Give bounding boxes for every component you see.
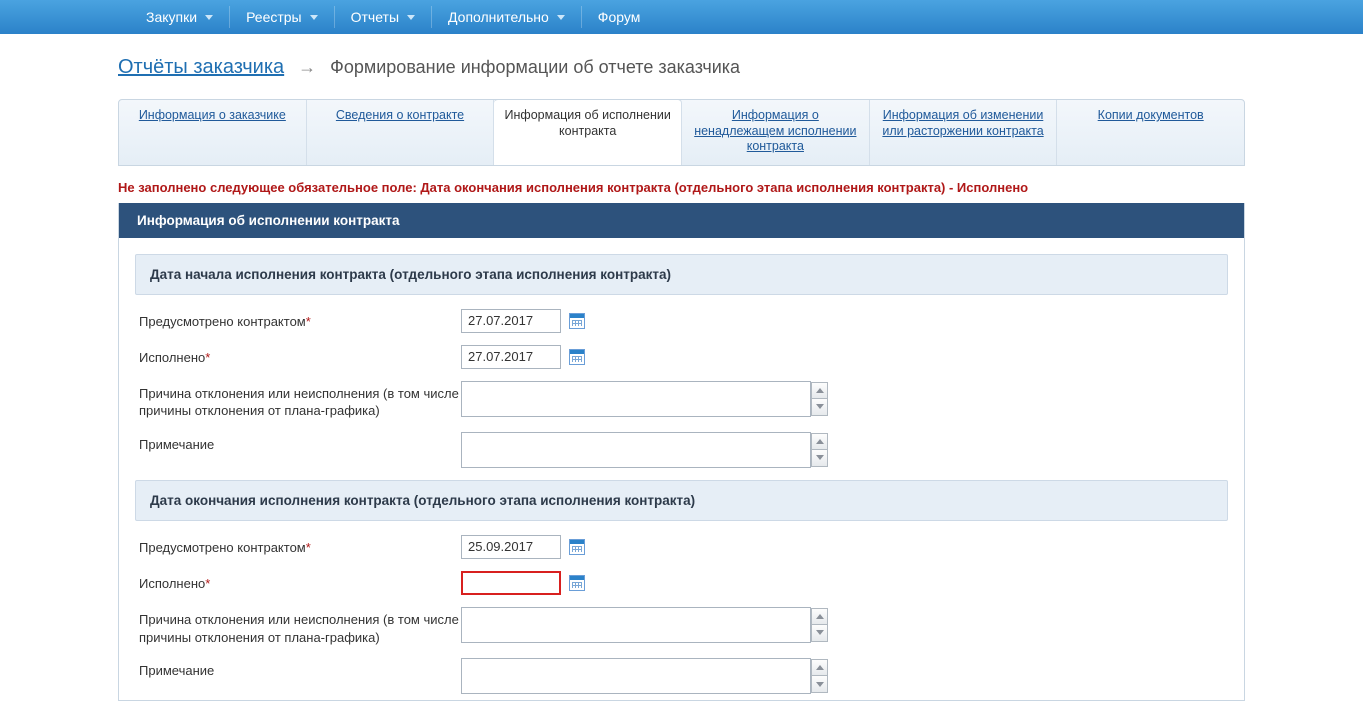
scroll-down-button[interactable]: [811, 676, 828, 693]
field-label: Предусмотрено контрактом*: [135, 309, 461, 331]
breadcrumb-root-link[interactable]: Отчёты заказчика: [118, 56, 284, 79]
chevron-down-icon: [816, 630, 824, 635]
row-start-planned: Предусмотрено контрактом*: [135, 303, 1228, 339]
nav-item-reestry[interactable]: Реестры: [236, 0, 328, 34]
end-done-date-input[interactable]: [461, 571, 561, 595]
row-end-note: Примечание: [135, 652, 1228, 700]
textarea-scroll: [811, 659, 828, 693]
row-end-reason: Причина отклонения или неисполнения (в т…: [135, 601, 1228, 652]
scroll-up-button[interactable]: [811, 608, 828, 625]
nav-label: Форум: [598, 9, 641, 25]
nav-label: Реестры: [246, 9, 302, 25]
tab-label: Копии документов: [1098, 108, 1204, 122]
start-note-textarea[interactable]: [461, 432, 811, 468]
nav-separator: [229, 6, 230, 28]
tab-info-izmenenie[interactable]: Информация об изменении или расторжении …: [870, 100, 1058, 165]
content-panel: Информация об исполнении контракта Дата …: [118, 203, 1245, 701]
top-nav: Закупки Реестры Отчеты Дополнительно Фор…: [0, 0, 1363, 34]
field-label: Причина отклонения или неисполнения (в т…: [135, 607, 461, 646]
tab-info-zakazchik[interactable]: Информация о заказчике: [119, 100, 307, 165]
chevron-down-icon: [557, 15, 565, 20]
chevron-down-icon: [816, 682, 824, 687]
start-reason-textarea[interactable]: [461, 381, 811, 417]
chevron-down-icon: [205, 15, 213, 20]
tab-label: Информация об исполнении контракта: [505, 108, 671, 138]
nav-item-zakupki[interactable]: Закупки: [136, 0, 223, 34]
nav-label: Отчеты: [351, 9, 399, 25]
field-label: Исполнено*: [135, 571, 461, 593]
tab-strip: Информация о заказчике Сведения о контра…: [118, 99, 1245, 166]
nav-separator: [431, 6, 432, 28]
calendar-icon[interactable]: [569, 575, 585, 591]
tab-kopii-dokumentov[interactable]: Копии документов: [1057, 100, 1244, 165]
calendar-icon[interactable]: [569, 539, 585, 555]
tab-label: Сведения о контракте: [336, 108, 464, 122]
section-header: Информация об исполнении контракта: [119, 203, 1244, 238]
chevron-up-icon: [816, 614, 824, 619]
scroll-down-button[interactable]: [811, 450, 828, 467]
tab-svedeniya-kontrakt[interactable]: Сведения о контракте: [307, 100, 495, 165]
chevron-up-icon: [816, 439, 824, 444]
nav-separator: [334, 6, 335, 28]
calendar-icon[interactable]: [569, 349, 585, 365]
chevron-up-icon: [816, 388, 824, 393]
field-label: Причина отклонения или неисполнения (в т…: [135, 381, 461, 420]
row-start-done: Исполнено*: [135, 339, 1228, 375]
tab-label: Информация о ненадлежащем исполнении кон…: [694, 108, 856, 153]
chevron-down-icon: [816, 404, 824, 409]
field-label: Исполнено*: [135, 345, 461, 367]
scroll-up-button[interactable]: [811, 433, 828, 450]
end-note-textarea[interactable]: [461, 658, 811, 694]
row-end-planned: Предусмотрено контрактом*: [135, 529, 1228, 565]
field-label: Предусмотрено контрактом*: [135, 535, 461, 557]
scroll-up-button[interactable]: [811, 659, 828, 676]
nav-item-otchety[interactable]: Отчеты: [341, 0, 425, 34]
end-planned-date-input[interactable]: [461, 535, 561, 559]
row-start-note: Примечание: [135, 426, 1228, 474]
nav-label: Дополнительно: [448, 9, 549, 25]
textarea-scroll: [811, 608, 828, 642]
scroll-down-button[interactable]: [811, 625, 828, 642]
group-header-end-date: Дата окончания исполнения контракта (отд…: [135, 480, 1228, 521]
start-planned-date-input[interactable]: [461, 309, 561, 333]
breadcrumb-current: Формирование информации об отчете заказч…: [330, 57, 740, 78]
textarea-scroll: [811, 433, 828, 467]
nav-label: Закупки: [146, 9, 197, 25]
validation-error-message: Не заполнено следующее обязательное поле…: [118, 166, 1245, 203]
breadcrumb: Отчёты заказчика → Формирование информац…: [0, 34, 1363, 99]
tab-label: Информация о заказчике: [139, 108, 286, 122]
tab-label: Информация об изменении или расторжении …: [882, 108, 1043, 138]
end-reason-textarea[interactable]: [461, 607, 811, 643]
textarea-scroll: [811, 382, 828, 416]
chevron-down-icon: [407, 15, 415, 20]
arrow-right-icon: →: [298, 57, 316, 78]
nav-item-dopolnitelno[interactable]: Дополнительно: [438, 0, 575, 34]
start-done-date-input[interactable]: [461, 345, 561, 369]
nav-separator: [581, 6, 582, 28]
calendar-icon[interactable]: [569, 313, 585, 329]
nav-item-forum[interactable]: Форум: [588, 0, 657, 34]
chevron-up-icon: [816, 665, 824, 670]
chevron-down-icon: [816, 455, 824, 460]
chevron-down-icon: [310, 15, 318, 20]
row-start-reason: Причина отклонения или неисполнения (в т…: [135, 375, 1228, 426]
field-label: Примечание: [135, 432, 461, 454]
row-end-done: Исполнено*: [135, 565, 1228, 601]
field-label: Примечание: [135, 658, 461, 680]
scroll-down-button[interactable]: [811, 399, 828, 416]
tab-info-ispolnenie[interactable]: Информация об исполнении контракта: [494, 99, 682, 165]
scroll-up-button[interactable]: [811, 382, 828, 399]
group-header-start-date: Дата начала исполнения контракта (отдель…: [135, 254, 1228, 295]
tab-info-nenadlezh[interactable]: Информация о ненадлежащем исполнении кон…: [682, 100, 870, 165]
